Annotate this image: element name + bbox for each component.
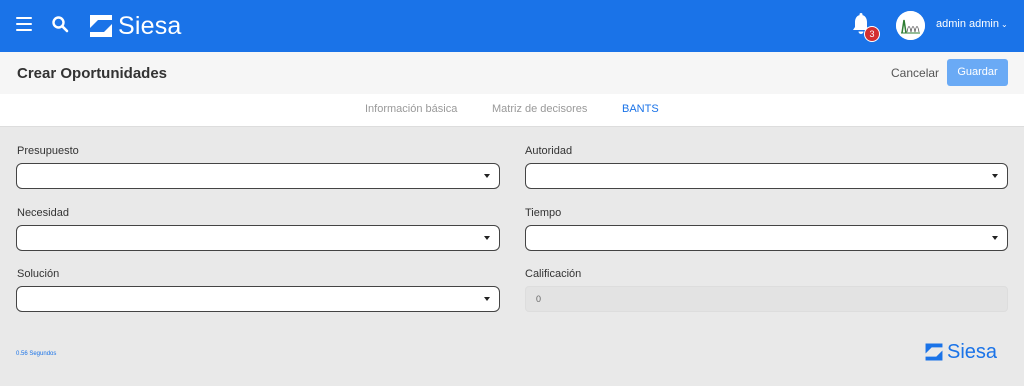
footer-brand-name: Siesa — [947, 340, 998, 363]
caret-down-icon — [992, 236, 998, 240]
brand-name: Siesa — [118, 11, 182, 40]
page-header: Crear Oportunidades Cancelar Guardar — [0, 52, 1024, 94]
caret-down-icon — [484, 236, 490, 240]
load-time-text: 0.56 Segundos — [16, 351, 57, 357]
caret-down-icon — [992, 174, 998, 178]
siesa-logo-icon — [90, 15, 112, 37]
tab-bants[interactable]: BANTS — [622, 103, 659, 115]
siesa-logo-icon — [925, 343, 943, 361]
necesidad-select[interactable] — [16, 225, 500, 251]
save-button[interactable]: Guardar — [947, 59, 1008, 86]
presupuesto-label: Presupuesto — [17, 145, 79, 157]
menu-icon[interactable] — [16, 17, 32, 31]
brand-logo[interactable]: Siesa — [88, 11, 182, 41]
chevron-down-icon: ⌄ — [1000, 20, 1008, 29]
calificacion-field: 0 — [525, 286, 1008, 312]
user-menu[interactable]: admin admin ⌄ — [936, 18, 1008, 30]
tiempo-select[interactable] — [525, 225, 1008, 251]
avatar-logo-icon — [896, 11, 925, 40]
tab-informacion-basica[interactable]: Información básica — [365, 103, 457, 115]
caret-down-icon — [484, 174, 490, 178]
user-name: admin admin — [936, 18, 999, 30]
cancel-button[interactable]: Cancelar — [891, 66, 939, 80]
autoridad-select[interactable] — [525, 163, 1008, 189]
tiempo-label: Tiempo — [525, 207, 562, 219]
tab-matriz-de-decisores[interactable]: Matriz de decisores — [492, 103, 587, 115]
page-title: Crear Oportunidades — [17, 65, 168, 82]
autoridad-label: Autoridad — [525, 145, 573, 157]
tab-bar: Información básica Matriz de decisores B… — [0, 94, 1024, 127]
solucion-select[interactable] — [16, 286, 500, 312]
solucion-label: Solución — [17, 268, 60, 280]
top-navbar: Siesa 3 admin admin ⌄ — [0, 0, 1024, 52]
footer-logo: Siesa — [924, 341, 997, 363]
presupuesto-select[interactable] — [16, 163, 500, 189]
notification-badge: 3 — [864, 26, 880, 42]
search-icon[interactable] — [51, 15, 69, 33]
calificacion-label: Calificación — [525, 268, 582, 280]
necesidad-label: Necesidad — [17, 207, 69, 219]
avatar[interactable] — [896, 11, 925, 40]
caret-down-icon — [484, 297, 490, 301]
